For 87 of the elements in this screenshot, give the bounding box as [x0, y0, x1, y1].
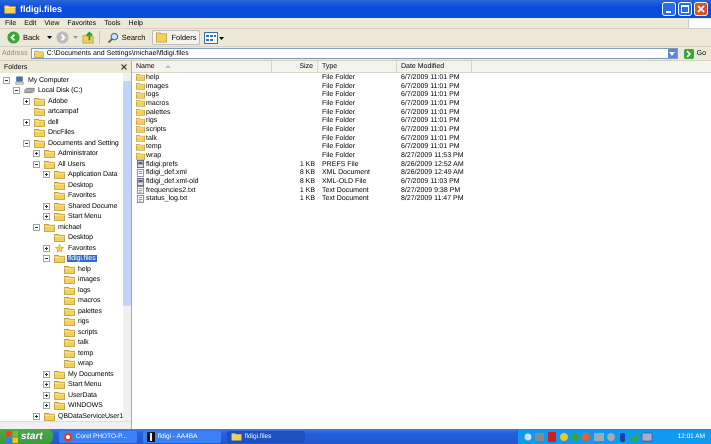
- folder-icon: [54, 390, 65, 400]
- folder-icon: [54, 401, 65, 410]
- folder-icon: [64, 264, 75, 274]
- window-title: fldigi.files: [20, 4, 62, 14]
- dropdown-arrow-icon[interactable]: [46, 36, 52, 39]
- folder-icon: [34, 107, 45, 116]
- folder-icon: [64, 296, 75, 306]
- file-icon: [136, 178, 145, 186]
- folder-icon: [54, 202, 65, 211]
- go-arrow-icon: [684, 48, 694, 58]
- folder-icon: [136, 108, 145, 116]
- folder-icon: [136, 99, 145, 108]
- expand-icon[interactable]: [43, 381, 50, 388]
- folder-icon: [136, 73, 145, 82]
- expand-icon[interactable]: [33, 150, 40, 158]
- folder-icon: [34, 138, 45, 148]
- folder-icon: [54, 180, 65, 190]
- views-icon[interactable]: [204, 32, 224, 44]
- horizontal-scrollbar[interactable]: [0, 421, 131, 429]
- folder-icon: [44, 412, 55, 421]
- expand-icon[interactable]: [33, 412, 40, 420]
- folder-icon: [64, 317, 75, 326]
- folder-icon: [34, 118, 45, 127]
- sort-arrow-icon: [164, 65, 171, 68]
- expand-icon[interactable]: [43, 244, 50, 252]
- star-icon: [54, 244, 65, 253]
- collapse-icon[interactable]: [3, 76, 10, 84]
- maximize-button[interactable]: [678, 2, 692, 16]
- expand-icon[interactable]: [43, 202, 50, 210]
- close-icon[interactable]: [121, 64, 127, 70]
- folder-icon: [34, 96, 45, 106]
- folder-icon: [64, 306, 75, 316]
- folder-icon: [136, 152, 145, 160]
- app-icon: [146, 432, 155, 442]
- folder-icon: [136, 142, 145, 151]
- folder-icon: [54, 191, 65, 200]
- folder-icon: [54, 170, 65, 180]
- expand-icon[interactable]: [43, 213, 50, 220]
- folder-icon: [64, 328, 75, 337]
- expand-icon[interactable]: [43, 370, 50, 378]
- collapse-icon[interactable]: [33, 160, 40, 168]
- folder-icon: [34, 128, 45, 138]
- folder-icon: [34, 50, 44, 58]
- expand-icon[interactable]: [43, 171, 50, 178]
- folder-icon: [54, 380, 65, 390]
- collapse-icon[interactable]: [13, 87, 20, 94]
- folder-icon: [4, 4, 16, 14]
- folder-icon: [64, 359, 75, 368]
- vertical-scrollbar[interactable]: [123, 73, 131, 421]
- close-button[interactable]: [694, 2, 708, 16]
- folder-icon: [54, 254, 65, 264]
- folder-icon: [136, 116, 145, 125]
- folder-icon: [54, 212, 65, 222]
- maximize-icon: [681, 5, 689, 13]
- file-icon: [136, 160, 145, 168]
- expand-icon[interactable]: [23, 118, 30, 126]
- document-icon: [136, 168, 145, 177]
- collapse-icon[interactable]: [33, 224, 40, 231]
- folder-icon: [230, 432, 242, 441]
- folder-icon: [136, 125, 145, 134]
- app-icon: [62, 432, 73, 442]
- computer-icon: [14, 76, 25, 85]
- text-file-icon: [136, 186, 145, 194]
- folder-icon: [136, 90, 145, 99]
- search-icon: [106, 32, 119, 44]
- expand-icon[interactable]: [43, 402, 50, 410]
- collapse-icon[interactable]: [43, 255, 50, 262]
- expand-icon[interactable]: [43, 392, 50, 399]
- hard-drive-icon: [24, 86, 35, 96]
- folder-icon: [64, 338, 75, 348]
- folder-icon: [136, 82, 145, 90]
- folder-icon: [64, 275, 75, 284]
- folder-icon: [156, 32, 168, 43]
- folder-icon: [64, 286, 75, 295]
- text-file-icon: [136, 194, 145, 203]
- close-icon: [697, 5, 705, 13]
- folder-icon: [44, 149, 55, 158]
- up-folder-icon[interactable]: [82, 31, 95, 44]
- folder-icon: [44, 160, 55, 169]
- folder-icon: [54, 233, 65, 242]
- expand-icon[interactable]: [23, 98, 30, 105]
- folder-icon: [136, 134, 145, 142]
- minimize-button[interactable]: [662, 2, 676, 16]
- folder-icon: [64, 348, 75, 358]
- folder-icon: [44, 222, 55, 232]
- folder-icon: [54, 370, 65, 379]
- collapse-icon[interactable]: [23, 140, 30, 147]
